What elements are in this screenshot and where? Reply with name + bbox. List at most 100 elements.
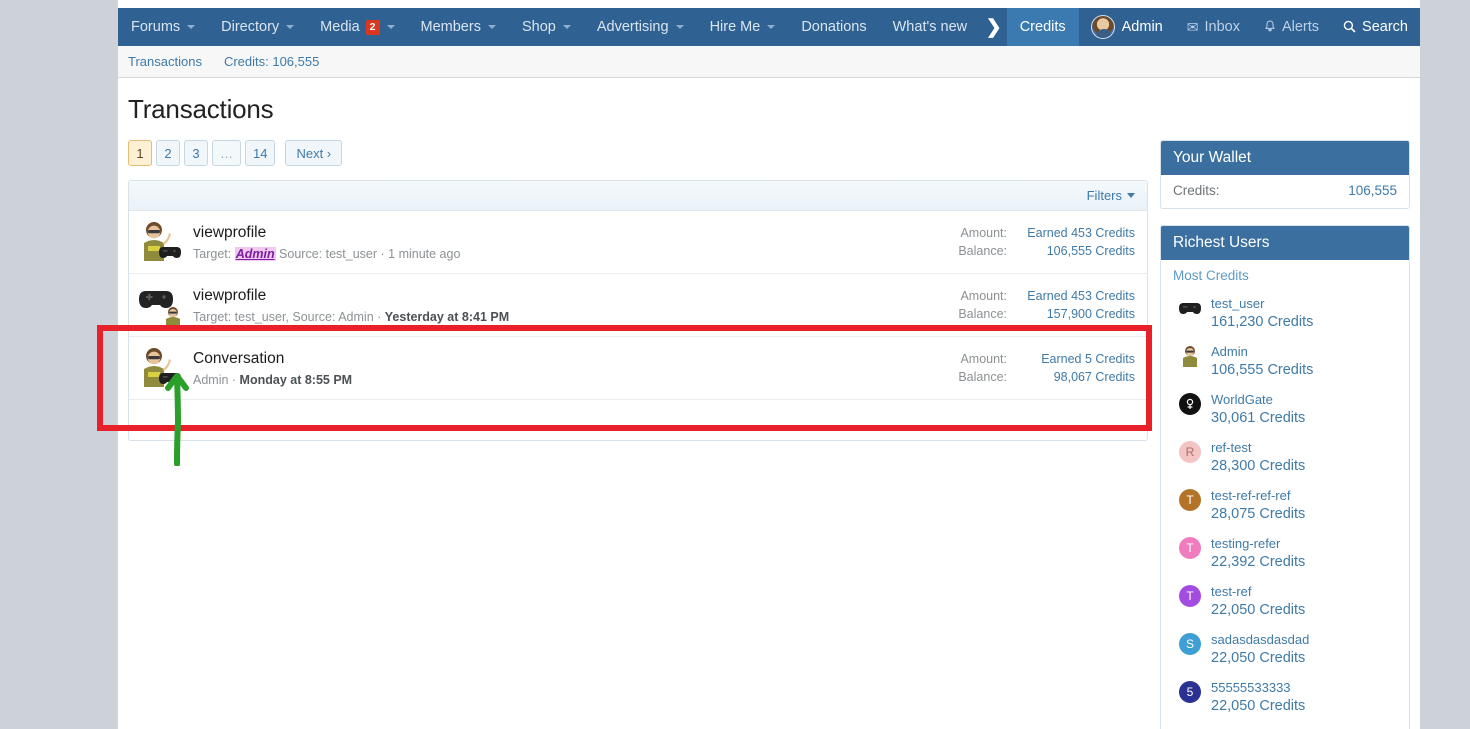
user-info: test_user 161,230 Credits — [1211, 294, 1313, 332]
transaction-meta: Target: test_user, Source: Admin · Yeste… — [193, 309, 958, 325]
meta-target-user[interactable]: Admin — [234, 246, 276, 261]
richest-users-subtitle[interactable]: Most Credits — [1161, 260, 1409, 285]
list-item[interactable]: T testing-refer 22,392 Credits — [1173, 529, 1397, 577]
chevron-down-icon — [187, 25, 196, 29]
list-item[interactable]: T test-ref 22,050 Credits — [1173, 577, 1397, 625]
transaction-amounts: Amount: Earned 453 Credits Balance: 157,90… — [958, 287, 1135, 323]
list-item[interactable]: test_user 161,230 Credits — [1173, 289, 1397, 337]
user-credits: 30,061 Credits — [1211, 410, 1306, 426]
user-credits: 22,050 Credits — [1211, 698, 1306, 714]
list-item[interactable]: R ref-test 28,300 Credits — [1173, 433, 1397, 481]
list-item[interactable]: 5 55555533333 22,050 Credits — [1173, 673, 1397, 721]
nav-item-search[interactable]: Search — [1331, 8, 1420, 46]
nav-item-directory[interactable]: Directory — [208, 8, 307, 46]
avatar: T — [1179, 537, 1201, 559]
page-button-3[interactable]: 3 — [184, 140, 208, 166]
table-row[interactable]: viewprofile Target: test_user, Source: A… — [129, 274, 1147, 337]
chevron-right-icon[interactable]: ❯ — [981, 8, 1007, 46]
user-info: 55555533333 22,050 Credits — [1211, 678, 1305, 716]
user-name[interactable]: test-ref — [1211, 582, 1305, 601]
chevron-down-icon — [487, 25, 496, 29]
nav-item-whats-new[interactable]: What's new — [880, 8, 981, 46]
avatar: T — [1179, 489, 1201, 511]
user-name[interactable]: WorldGate — [1211, 390, 1305, 409]
nav-item-donations[interactable]: Donations — [788, 8, 879, 46]
user-info: sadasdasdasdad 22,050 Credits — [1211, 630, 1309, 668]
page-root: Forums Directory Media 2 Members Shop Ad… — [0, 0, 1470, 729]
main-navbar: Forums Directory Media 2 Members Shop Ad… — [118, 8, 1420, 46]
nav-label: Directory — [221, 19, 280, 35]
transaction-title[interactable]: Conversation — [193, 349, 958, 369]
avatar: R — [1179, 441, 1201, 463]
meta-time: Monday at 8:55 PM — [239, 372, 353, 387]
transaction-details: viewprofile Target: test_user, Source: A… — [193, 286, 958, 325]
nav-label: Media — [320, 19, 360, 35]
user-name[interactable]: sadasdasdasdad — [1211, 630, 1309, 649]
user-name[interactable]: 55555533333 — [1211, 678, 1305, 697]
wallet-credits-value: 106,555 — [1348, 183, 1397, 198]
nav-item-inbox[interactable]: ✉ Inbox — [1175, 8, 1252, 46]
meta-prefix: Target: test_user, Source: Admin · — [193, 309, 385, 324]
nav-item-media[interactable]: Media 2 — [307, 8, 407, 46]
alerts-label: Alerts — [1281, 19, 1320, 35]
chevron-down-icon — [286, 25, 295, 29]
nav-item-credits[interactable]: Credits — [1006, 8, 1079, 46]
nav-item-advertising[interactable]: Advertising — [584, 8, 697, 46]
chevron-down-icon — [1127, 193, 1135, 198]
transaction-title[interactable]: viewprofile — [193, 286, 958, 306]
transaction-meta: Admin · Monday at 8:55 PM — [193, 372, 958, 388]
transaction-details: Conversation Admin · Monday at 8:55 PM — [193, 349, 958, 388]
table-row-empty — [129, 400, 1147, 440]
nav-item-forums[interactable]: Forums — [118, 8, 208, 46]
user-credits: 22,050 Credits — [1211, 650, 1306, 666]
meta-time: 1 minute ago — [388, 246, 461, 261]
avatar-initial: T — [1186, 541, 1194, 555]
nav-item-members[interactable]: Members — [408, 8, 509, 46]
filters-button[interactable]: Filters — [1087, 188, 1135, 203]
balance-value: 157,900 Credits — [1046, 307, 1135, 321]
transaction-title[interactable]: viewprofile — [193, 223, 958, 243]
page-body: Transactions 1 2 3 … 14 Next › Filters v… — [118, 78, 1420, 729]
amount-label: Amount: — [960, 226, 1007, 240]
avatar: S — [1179, 633, 1201, 655]
table-row[interactable]: viewprofile Target: Admin Source: test_u… — [129, 211, 1147, 274]
page-button-1[interactable]: 1 — [128, 140, 152, 166]
nav-label: Hire Me — [709, 19, 761, 35]
next-page-button[interactable]: Next › — [285, 140, 343, 166]
chevron-down-icon — [386, 25, 395, 29]
user-name[interactable]: Admin — [1211, 342, 1313, 361]
list-item[interactable]: WorldGate 30,061 Credits — [1173, 385, 1397, 433]
list-item[interactable]: T test-ref-ref-ref 28,075 Credits — [1173, 481, 1397, 529]
user-credits: 22,050 Credits — [1211, 602, 1306, 618]
sidebar: Your Wallet Credits: 106,555 Richest Use… — [1160, 140, 1410, 729]
user-info: test-ref-ref-ref 28,075 Credits — [1211, 486, 1305, 524]
breadcrumb: Transactions Credits: 106,555 — [118, 46, 1420, 78]
user-name[interactable]: testing-refer — [1211, 534, 1305, 553]
avatar-initial: T — [1186, 589, 1194, 603]
nav-label: Members — [420, 19, 481, 35]
breadcrumb-item-transactions[interactable]: Transactions — [128, 54, 202, 69]
list-item[interactable]: Admin 106,555 Credits — [1173, 337, 1397, 385]
page-ellipsis[interactable]: … — [212, 140, 241, 166]
page-button-2[interactable]: 2 — [156, 140, 180, 166]
nav-item-hire-me[interactable]: Hire Me — [697, 8, 789, 46]
user-name[interactable]: test-ref-ref-ref — [1211, 486, 1305, 505]
user-info: ref-test 28,300 Credits — [1211, 438, 1305, 476]
person-gamepad-avatar — [139, 221, 181, 263]
nav-label: Forums — [131, 19, 181, 35]
envelope-icon: ✉ — [1186, 19, 1199, 35]
user-name[interactable]: test_user — [1211, 294, 1313, 313]
nav-item-shop[interactable]: Shop — [509, 8, 584, 46]
chevron-down-icon — [562, 25, 571, 29]
table-row[interactable]: Conversation Admin · Monday at 8:55 PM A… — [129, 337, 1147, 400]
page-button-14[interactable]: 14 — [245, 140, 276, 166]
user-name[interactable]: ref-test — [1211, 438, 1305, 457]
content-columns: 1 2 3 … 14 Next › Filters viewprofile Ta… — [118, 140, 1420, 729]
breadcrumb-item-credits[interactable]: Credits: 106,555 — [224, 54, 319, 69]
content-container: Forums Directory Media 2 Members Shop Ad… — [118, 0, 1420, 729]
nav-item-account[interactable]: Admin — [1079, 8, 1175, 46]
chevron-down-icon — [675, 25, 684, 29]
nav-item-alerts[interactable]: Alerts — [1252, 8, 1331, 46]
list-item[interactable]: S sadasdasdasdad 22,050 Credits — [1173, 625, 1397, 673]
avatar — [1090, 15, 1115, 39]
